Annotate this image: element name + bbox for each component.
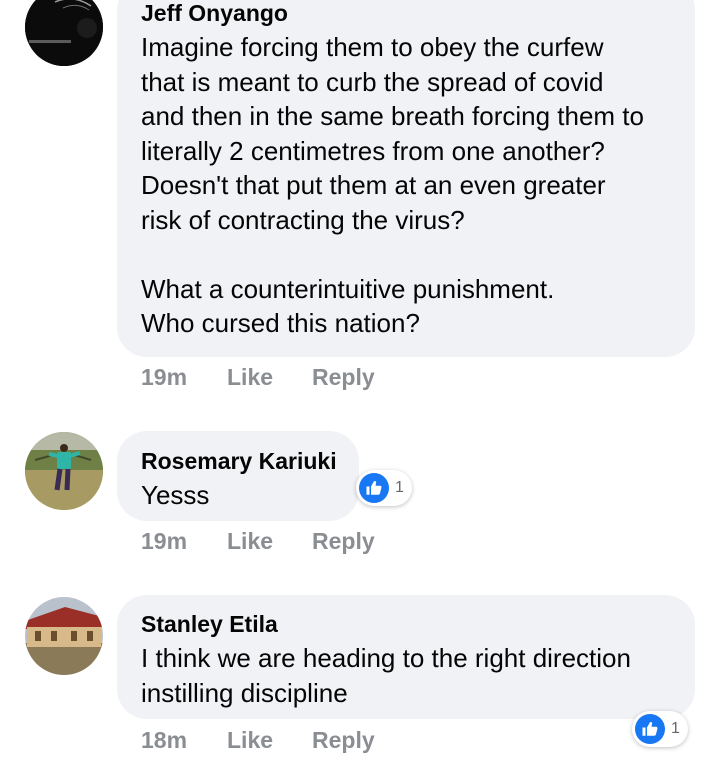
comment-author[interactable]: Rosemary Kariuki [141, 447, 337, 475]
reaction-count: 1 [671, 720, 680, 737]
comment-jeff-onyango: Jeff Onyango Imagine forcing them to obe… [0, 0, 720, 400]
comment-stanley-etila: Stanley Etila I think we are heading to … [0, 594, 720, 769]
reaction-summary[interactable]: 1 [632, 711, 688, 747]
avatar[interactable] [25, 597, 103, 675]
comment-bubble: Jeff Onyango Imagine forcing them to obe… [117, 0, 695, 357]
comment-text: I think we are heading to the right dire… [141, 643, 631, 708]
like-thumb-icon [635, 714, 665, 744]
comment-bubble: Rosemary Kariuki Yesss [117, 431, 359, 521]
like-button[interactable]: Like [227, 364, 273, 391]
reaction-count: 1 [395, 479, 404, 496]
avatar[interactable] [25, 432, 103, 510]
comment-rosemary-kariuki: Rosemary Kariuki Yesss 1 19m Like Reply [0, 430, 720, 560]
reply-button[interactable]: Reply [312, 528, 375, 555]
comment-text: Yesss [141, 480, 210, 510]
reaction-summary[interactable]: 1 [356, 470, 412, 506]
comment-author[interactable]: Stanley Etila [141, 610, 673, 638]
like-button[interactable]: Like [227, 727, 273, 754]
comment-text: Imagine forcing them to obey the curfew … [141, 32, 644, 338]
like-button[interactable]: Like [227, 528, 273, 555]
like-thumb-icon [359, 473, 389, 503]
reply-button[interactable]: Reply [312, 727, 375, 754]
comment-timestamp[interactable]: 19m [141, 528, 187, 555]
reply-button[interactable]: Reply [312, 364, 375, 391]
avatar[interactable] [25, 0, 103, 66]
comment-timestamp[interactable]: 18m [141, 727, 187, 754]
comment-bubble: Stanley Etila I think we are heading to … [117, 595, 695, 719]
comment-author[interactable]: Jeff Onyango [141, 0, 673, 27]
comment-timestamp[interactable]: 19m [141, 364, 187, 391]
